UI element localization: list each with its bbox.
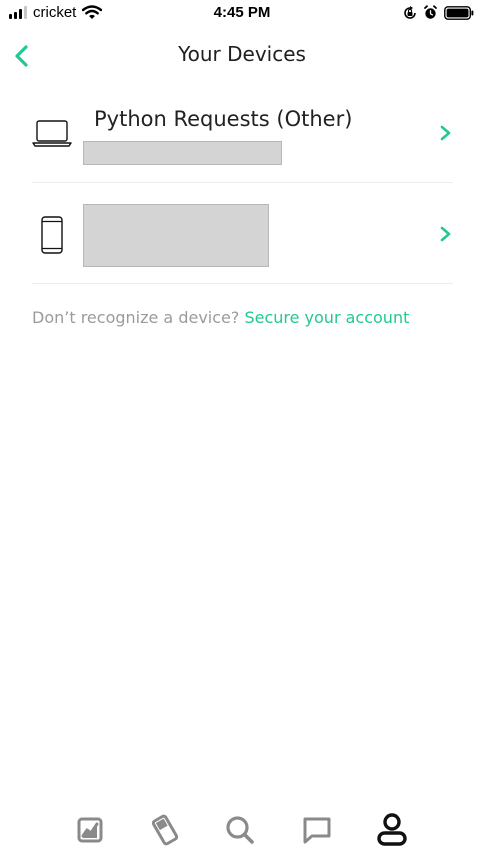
tab-portfolio[interactable] (70, 810, 110, 850)
status-right (403, 5, 474, 20)
tab-cards[interactable] (145, 810, 185, 850)
search-icon (226, 816, 254, 844)
phone-icon (41, 216, 63, 254)
device-row[interactable]: Python Requests (Other) (32, 98, 453, 183)
laptop-icon (32, 120, 72, 147)
alarm-icon (424, 5, 437, 19)
device-row[interactable] (32, 183, 453, 284)
page-title: Your Devices (178, 42, 306, 66)
tab-messages[interactable] (297, 810, 337, 850)
tab-bar (0, 800, 484, 861)
tab-search[interactable] (220, 810, 260, 850)
account-icon (377, 813, 407, 846)
orientation-lock-icon (404, 5, 416, 19)
help-text: Don’t recognize a device? (32, 308, 245, 327)
cards-icon (151, 814, 179, 846)
device-name: Python Requests (Other) (94, 107, 353, 131)
status-bar: cricket 4:45 PM (0, 0, 484, 28)
redacted-device-detail (83, 204, 269, 267)
battery-icon (444, 5, 474, 20)
tab-account[interactable] (372, 810, 412, 850)
redacted-device-detail (83, 141, 282, 165)
portfolio-icon (77, 817, 103, 843)
header: Your Devices (0, 32, 484, 78)
help-line: Don’t recognize a device? Secure your ac… (32, 308, 409, 327)
messages-icon (303, 817, 331, 844)
chevron-right-icon (440, 125, 451, 141)
secure-account-link[interactable]: Secure your account (244, 308, 409, 327)
chevron-right-icon (440, 226, 451, 242)
